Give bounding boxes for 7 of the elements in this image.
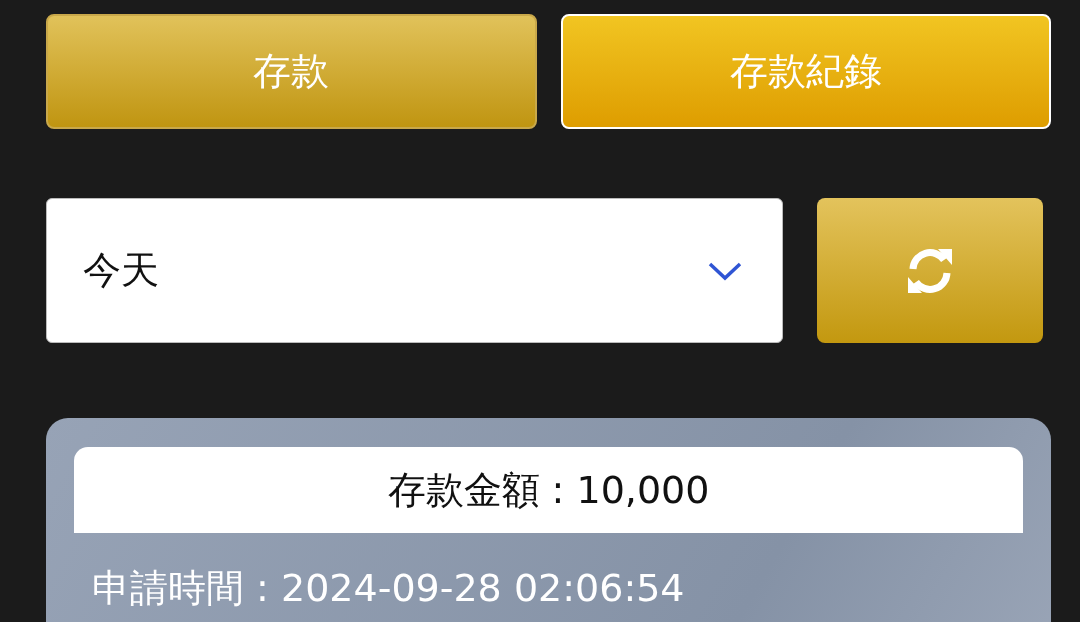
chevron-down-icon bbox=[708, 260, 742, 281]
tab[interactable]: 存款紀錄 bbox=[560, 14, 1051, 129]
time-text: 申請時間 : 2024-09-28 02:06:54 bbox=[91, 565, 686, 612]
refresh-button[interactable] bbox=[817, 198, 1043, 343]
date-select[interactable]: 今天 bbox=[46, 198, 783, 343]
amount-text: 存款金額 : 10,000 bbox=[387, 466, 710, 514]
tab[interactable]: 存款 bbox=[46, 14, 537, 129]
